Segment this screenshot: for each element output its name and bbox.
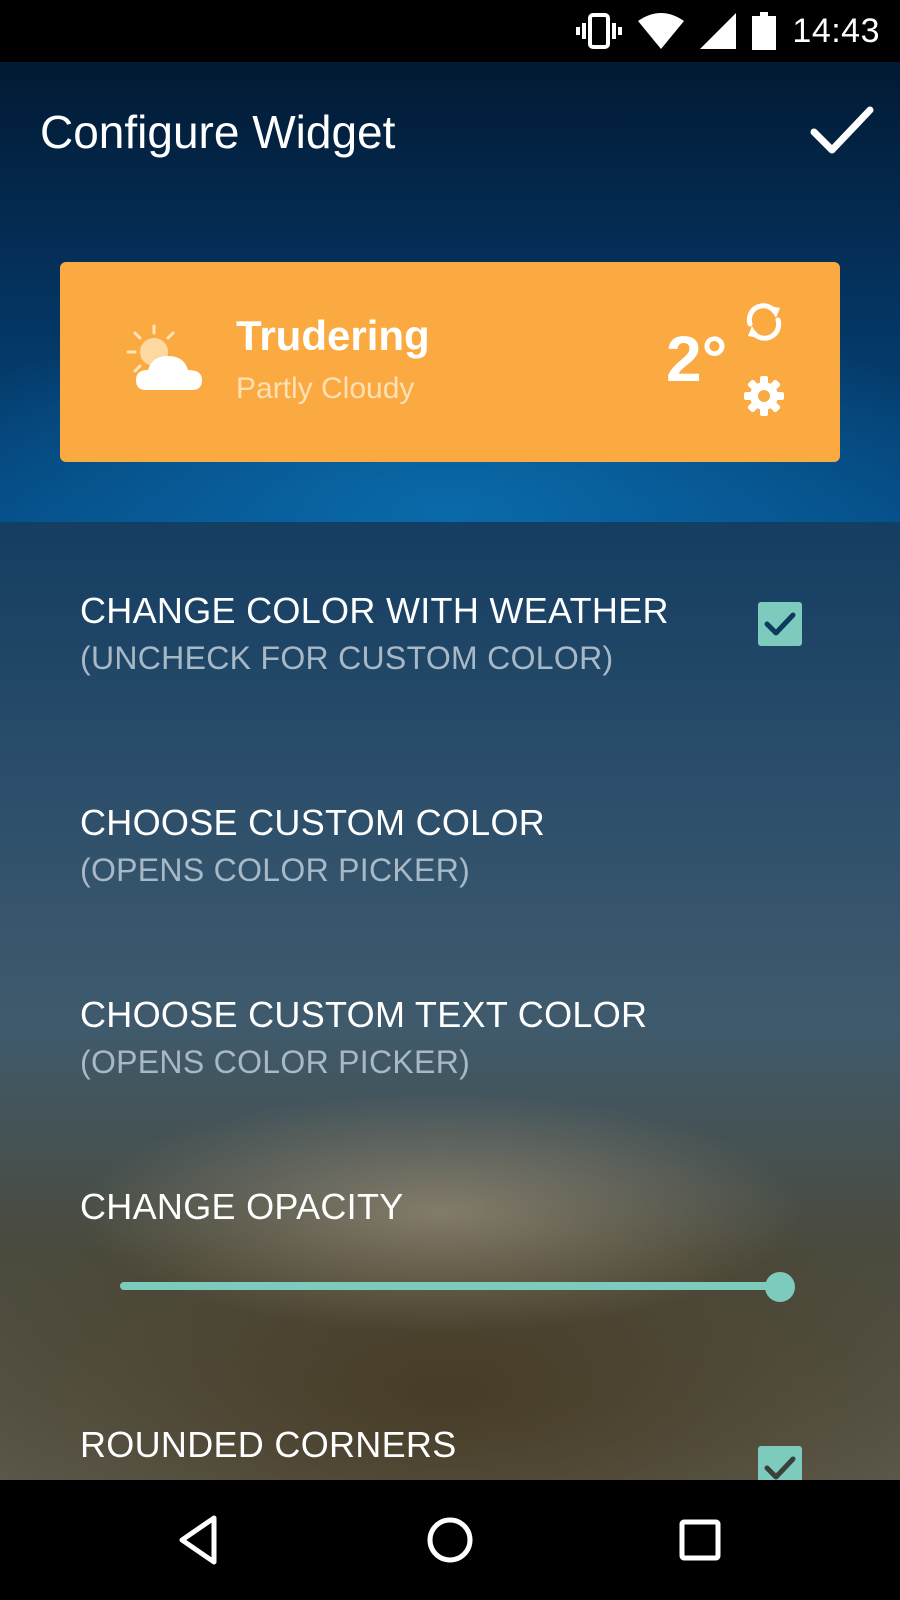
- setting-change-color-subtitle: (UNCHECK FOR CUSTOM COLOR): [80, 640, 614, 676]
- checkmark-icon: [764, 1456, 796, 1480]
- change-color-checkbox[interactable]: [758, 602, 802, 646]
- battery-icon: [752, 12, 777, 50]
- setting-custom-color-subtitle: (OPENS COLOR PICKER): [80, 852, 471, 888]
- clock: 14:43: [792, 11, 880, 50]
- setting-custom-color-title[interactable]: CHOOSE CUSTOM COLOR: [80, 802, 545, 844]
- refresh-icon[interactable]: [742, 300, 786, 344]
- opacity-slider-track[interactable]: [120, 1282, 780, 1290]
- setting-rounded-corners-title: ROUNDED CORNERS: [80, 1424, 457, 1465]
- setting-custom-text-color-subtitle: (OPENS COLOR PICKER): [80, 1044, 471, 1080]
- weather-condition: Partly Cloudy: [236, 372, 415, 405]
- app-content: Configure Widget Trudering Partly Cloudy…: [0, 62, 900, 1480]
- navigation-bar: [0, 1480, 900, 1600]
- home-icon[interactable]: [420, 1510, 480, 1570]
- setting-custom-text-color-title[interactable]: CHOOSE CUSTOM TEXT COLOR: [80, 994, 647, 1036]
- setting-change-color-title: CHANGE COLOR WITH WEATHER: [80, 590, 669, 631]
- temperature: 2°: [666, 323, 728, 395]
- setting-opacity-title: CHANGE OPACITY: [80, 1186, 404, 1227]
- wifi-icon: [638, 13, 685, 49]
- vibrate-icon: [576, 13, 623, 49]
- back-icon[interactable]: [170, 1510, 230, 1570]
- confirm-button[interactable]: [810, 102, 874, 158]
- signal-icon: [700, 13, 737, 49]
- header-area: Configure Widget Trudering Partly Cloudy…: [0, 62, 900, 522]
- settings-icon[interactable]: [742, 374, 786, 418]
- status-bar: 14:43: [0, 0, 900, 62]
- widget-preview: Trudering Partly Cloudy 2°: [60, 262, 840, 462]
- checkmark-icon: [764, 612, 796, 636]
- city-name: Trudering: [236, 312, 430, 359]
- check-icon: [810, 106, 874, 154]
- partly-cloudy-icon: [126, 324, 202, 390]
- rounded-corners-checkbox[interactable]: [758, 1446, 802, 1480]
- opacity-slider-thumb[interactable]: [765, 1272, 795, 1302]
- page-title: Configure Widget: [40, 106, 396, 158]
- recents-icon[interactable]: [670, 1510, 730, 1570]
